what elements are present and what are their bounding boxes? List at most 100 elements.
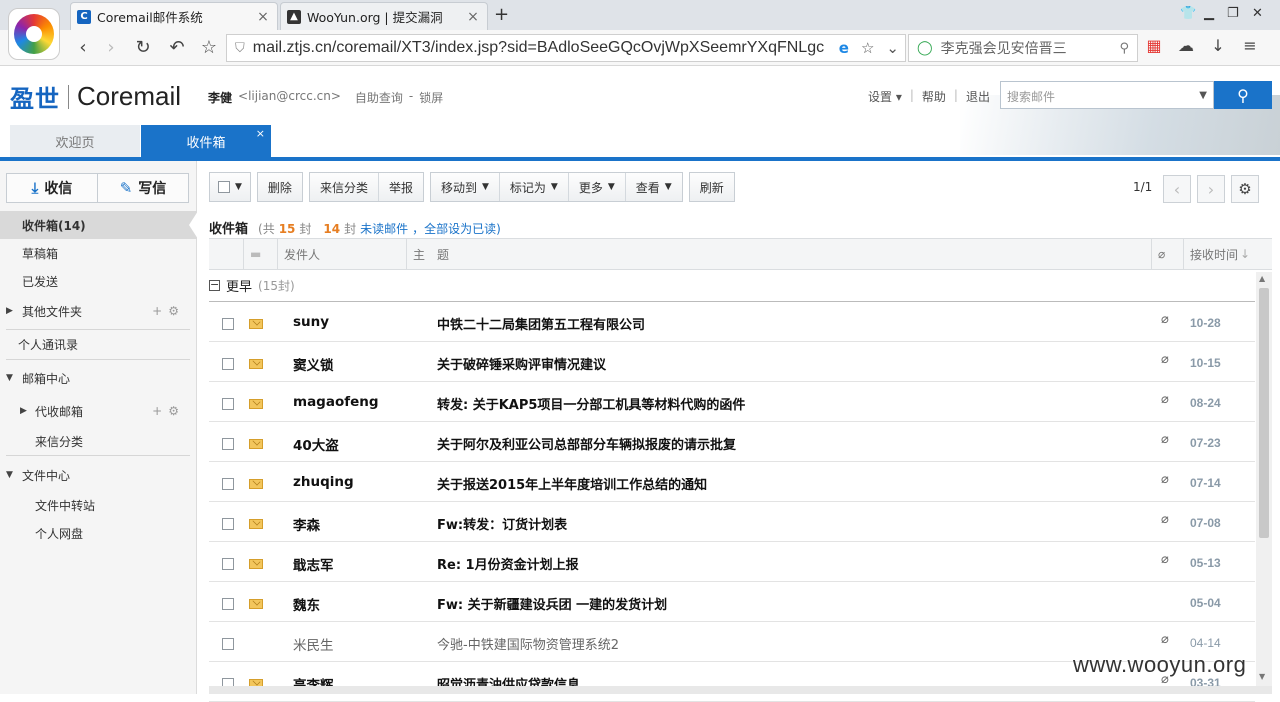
tab-inbox[interactable]: 收件箱 × xyxy=(141,125,271,157)
table-row[interactable]: zhuqing 关于报送2015年上半年度培训工作总结的通知 ⌀ 07-14 xyxy=(209,462,1255,502)
tab-welcome[interactable]: 欢迎页 xyxy=(10,125,140,157)
sidebar-item-mailbox-center[interactable]: ▼ 邮箱中心 xyxy=(0,364,197,392)
caret-down-icon[interactable]: ▼ xyxy=(6,470,13,480)
email-from[interactable]: zhuqing xyxy=(293,474,354,490)
delete-button[interactable]: 删除 xyxy=(258,173,302,201)
row-checkbox[interactable] xyxy=(222,478,234,490)
group-earlier[interactable]: − 更早 (15封) xyxy=(209,276,295,295)
email-subject[interactable]: Re: 1月份资金计划上报 xyxy=(437,554,579,573)
sidebar-item-sent[interactable]: 已发送 xyxy=(0,267,197,295)
row-checkbox[interactable] xyxy=(222,398,234,410)
prev-page-button[interactable]: ‹ xyxy=(1163,175,1191,203)
close-icon[interactable]: × xyxy=(256,127,265,140)
column-received[interactable]: 接收时间 ↓ xyxy=(1183,239,1272,269)
sidebar-item-classify[interactable]: 来信分类 xyxy=(0,427,197,455)
row-checkbox[interactable] xyxy=(222,318,234,330)
table-row[interactable]: 窦义锁 关于破碎锤采购评审情况建议 ⌀ 10-15 xyxy=(209,342,1255,382)
sidebar-item-file-transfer[interactable]: 文件中转站 xyxy=(0,491,197,519)
mark-all-read-link[interactable]: ，全部设为已读) xyxy=(412,220,501,237)
chevron-down-icon[interactable]: ⌄ xyxy=(886,39,899,57)
bookmark-star-icon[interactable]: ☆ xyxy=(198,37,220,58)
mail-search-input[interactable]: 搜索邮件 ▼ xyxy=(1000,81,1214,109)
email-from[interactable]: 米民生 xyxy=(293,634,334,654)
horizontal-scrollbar[interactable] xyxy=(209,686,1272,694)
vertical-scrollbar[interactable]: ▲ ▼ xyxy=(1256,272,1272,686)
table-row[interactable]: 李森 Fw:转发：订货计划表 ⌀ 07-08 xyxy=(209,502,1255,542)
forward-icon[interactable]: › xyxy=(100,37,122,58)
list-settings-button[interactable]: ⚙ xyxy=(1231,175,1259,203)
reload-icon[interactable]: ↻ xyxy=(132,37,154,58)
cloud-icon[interactable]: ☁ xyxy=(1176,36,1196,55)
ie-compat-icon[interactable]: e xyxy=(839,39,849,57)
column-from[interactable]: 发件人 xyxy=(277,239,406,269)
email-from[interactable]: magaofeng xyxy=(293,394,379,410)
table-row[interactable]: magaofeng 转发: 关于KAP5项目一分部工机具等材料代购的函件 ⌀ 08-2… xyxy=(209,382,1255,422)
favorite-star-icon[interactable]: ☆ xyxy=(861,39,874,57)
classify-button[interactable]: 来信分类 xyxy=(310,173,378,201)
row-checkbox[interactable] xyxy=(222,358,234,370)
email-from[interactable]: 40大盗 xyxy=(293,434,339,454)
refresh-button[interactable]: 刷新 xyxy=(690,173,734,201)
chevron-down-icon[interactable]: ▼ xyxy=(1199,90,1207,101)
email-from[interactable]: 戢志军 xyxy=(293,554,334,574)
select-all-dropdown[interactable]: ▼ xyxy=(209,172,251,202)
caret-down-icon[interactable]: ▼ xyxy=(235,182,242,192)
close-icon[interactable]: × xyxy=(465,9,481,25)
email-from[interactable]: 窦义锁 xyxy=(293,354,334,374)
unread-link[interactable]: 未读邮件 xyxy=(360,220,408,237)
sidebar-item-other-folders[interactable]: ▶ 其他文件夹 + ⚙ xyxy=(0,297,197,325)
mail-search-button[interactable]: ⚲ xyxy=(1214,81,1272,109)
sidebar-item-contacts[interactable]: 个人通讯录 xyxy=(0,330,197,358)
shirt-skin-icon[interactable]: 👕 xyxy=(1180,6,1196,21)
caret-down-icon[interactable]: ▼ xyxy=(6,373,13,383)
mark-as-button[interactable]: 标记为 ▼ xyxy=(498,173,568,201)
column-attachment[interactable]: ⌀ xyxy=(1151,239,1183,269)
email-subject[interactable]: 中铁二十二局集团第五工程有限公司 xyxy=(437,314,645,333)
browser-search-text[interactable]: 李克强会见安倍晋三 xyxy=(941,38,1120,58)
search-icon[interactable]: ⚲ xyxy=(1119,41,1129,56)
caret-right-icon[interactable]: ▶ xyxy=(6,306,13,316)
email-from[interactable]: 魏东 xyxy=(293,594,320,614)
new-tab-button[interactable]: + xyxy=(494,4,509,25)
view-button[interactable]: 查看 ▼ xyxy=(624,173,682,201)
email-subject[interactable]: 关于阿尔及利亚公司总部部分车辆拟报废的请示批复 xyxy=(437,434,736,453)
email-subject[interactable]: 转发: 关于KAP5项目一分部工机具等材料代购的函件 xyxy=(437,394,745,413)
settings-link[interactable]: 设置 ▾ xyxy=(868,88,902,105)
move-to-button[interactable]: 移动到 ▼ xyxy=(431,173,499,201)
sidebar-item-netdisk[interactable]: 个人网盘 xyxy=(0,519,197,547)
row-checkbox[interactable] xyxy=(222,598,234,610)
browser-tab-coremail[interactable]: C Coremail邮件系统 × xyxy=(70,2,278,30)
table-row[interactable]: 魏东 Fw: 关于新疆建设兵团 一建的发货计划 05-04 xyxy=(209,582,1255,622)
caret-right-icon[interactable]: ▶ xyxy=(20,406,27,416)
lock-screen-link[interactable]: 锁屏 xyxy=(419,89,443,106)
table-row[interactable]: suny 中铁二十二局集团第五工程有限公司 ⌀ 10-28 xyxy=(209,302,1255,342)
window-close-icon[interactable]: ✕ xyxy=(1252,6,1263,21)
browser-tab-wooyun[interactable]: ▲ WooYun.org | 提交漏洞 × xyxy=(280,2,488,30)
help-link[interactable]: 帮助 xyxy=(922,88,946,105)
sidebar-item-drafts[interactable]: 草稿箱 xyxy=(0,239,197,267)
email-subject[interactable]: 关于报送2015年上半年度培训工作总结的通知 xyxy=(437,474,707,493)
row-checkbox[interactable] xyxy=(222,518,234,530)
column-subject[interactable]: 主 题 xyxy=(406,239,1151,269)
table-row[interactable]: 40大盗 关于阿尔及利亚公司总部部分车辆拟报废的请示批复 ⌀ 07-23 xyxy=(209,422,1255,462)
minimize-icon[interactable]: ▁ xyxy=(1204,6,1214,21)
collapse-icon[interactable]: − xyxy=(209,279,220,291)
gear-icon[interactable]: ⚙ xyxy=(168,404,179,418)
email-subject[interactable]: Fw:转发：订货计划表 xyxy=(437,514,567,533)
url-input[interactable]: ⛉ mail.ztjs.cn/coremail/XT3/index.jsp?si… xyxy=(226,34,906,62)
menu-icon[interactable]: ≡ xyxy=(1240,36,1260,55)
add-icon[interactable]: + xyxy=(152,304,162,318)
close-icon[interactable]: × xyxy=(255,9,271,25)
report-button[interactable]: 举报 xyxy=(377,173,423,201)
sidebar-item-proxy-mailbox[interactable]: ▶ 代收邮箱 + ⚙ xyxy=(0,397,197,425)
next-page-button[interactable]: › xyxy=(1197,175,1225,203)
back-icon[interactable]: ‹ xyxy=(72,37,94,58)
email-from[interactable]: suny xyxy=(293,314,329,330)
browser-search-input[interactable]: ◯ 李克强会见安倍晋三 ⚲ xyxy=(908,34,1138,62)
row-checkbox[interactable] xyxy=(222,558,234,570)
browser-logo[interactable] xyxy=(8,8,60,60)
compose-button[interactable]: ✎ 写信 xyxy=(98,174,188,202)
sidebar-item-inbox[interactable]: 收件箱(14) xyxy=(0,211,197,239)
row-checkbox[interactable] xyxy=(222,438,234,450)
self-service-link[interactable]: 自助查询 xyxy=(355,89,403,106)
